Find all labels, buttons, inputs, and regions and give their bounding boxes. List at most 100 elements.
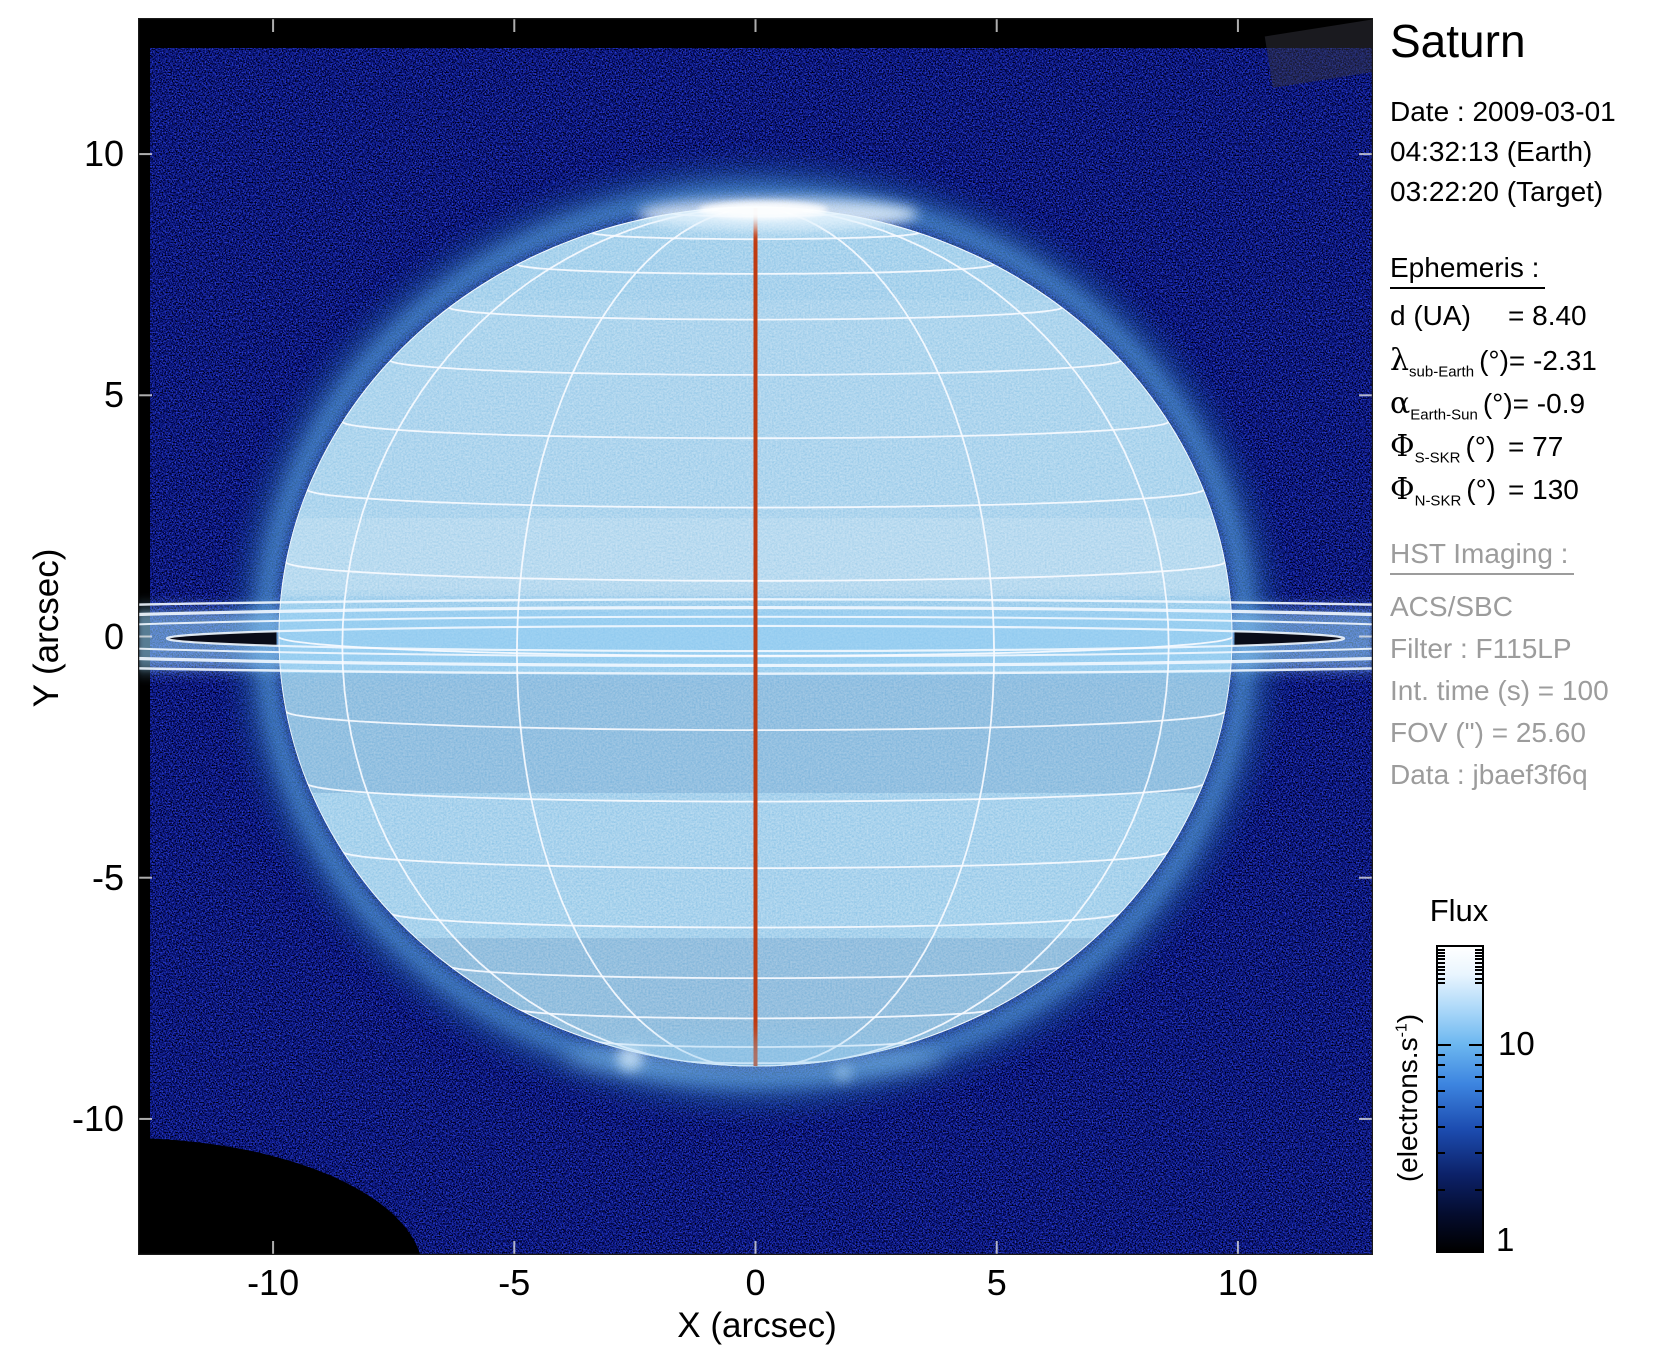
north-polar-glow (638, 198, 918, 230)
ephemeris-subscript: N-SKR (1415, 493, 1462, 510)
y-tick-label: -5 (92, 857, 124, 899)
colorbar-tick-label-10: 10 (1498, 1025, 1535, 1063)
alpha-symbol: α (1390, 386, 1410, 421)
colorbar-minor-tick (1438, 1090, 1445, 1092)
colorbar-minor-tick (1438, 966, 1445, 968)
instrument-line: ACS/SBC (1390, 586, 1609, 628)
x-axis-label: X (arcsec) (677, 1306, 836, 1346)
ephemeris-unit: (°) (1466, 474, 1496, 505)
colorbar-minor-tick (1438, 1152, 1445, 1154)
colorbar-minor-tick (1438, 1076, 1445, 1078)
colorbar-minor-tick (1475, 969, 1482, 971)
saturn-image-plot (138, 18, 1373, 1255)
earth-time-line: 04:32:13 (Earth) (1390, 132, 1616, 172)
colorbar-minor-tick (1438, 958, 1445, 960)
y-tick-label: 10 (84, 133, 124, 175)
ephemeris-label: ΦN-SKR(°) (1390, 472, 1508, 510)
ephemeris-value: = 130 (1508, 474, 1579, 506)
ephemeris-row-phase-angle: αEarth-Sun (°) = -0.9 (1390, 386, 1671, 429)
ephemeris-value: = -0.9 (1513, 388, 1585, 420)
colorbar-title: Flux (1430, 893, 1489, 929)
ephemeris-label: αEarth-Sun (°) (1390, 386, 1513, 424)
colorbar-minor-tick (1438, 952, 1445, 954)
colorbar-minor-tick (1475, 1126, 1482, 1128)
colorbar-minor-tick (1475, 1076, 1482, 1078)
colorbar-minor-tick (1475, 958, 1482, 960)
y-axis-label: Y (arcsec) (27, 549, 67, 708)
ephemeris-row-distance: d (UA) = 8.40 (1390, 300, 1671, 343)
colorbar-minor-tick (1438, 1054, 1445, 1056)
phi-symbol: Φ (1390, 472, 1415, 507)
y-tick-label: 0 (104, 616, 124, 658)
ephemeris-subscript: sub-Earth (1409, 364, 1474, 381)
colorbar-major-tick (1469, 1044, 1482, 1046)
ephemeris-value: = 77 (1508, 431, 1563, 463)
lambda-symbol: λ (1390, 343, 1409, 378)
date-block: Date : 2009-03-01 04:32:13 (Earth) 03:22… (1390, 92, 1616, 212)
colorbar-minor-tick (1438, 1189, 1445, 1191)
colorbar-minor-tick (1475, 978, 1482, 980)
figure-saturn-hst: Y (arcsec) X (arcsec) -10 -5 0 5 10 10 5 0 -5 -1… (0, 0, 1671, 1367)
colorbar-minor-tick (1438, 955, 1445, 957)
figure-title: Saturn (1390, 14, 1526, 68)
fov-line: FOV (") = 25.60 (1390, 712, 1609, 754)
flux-colorbar (1436, 945, 1484, 1253)
colorbar-minor-tick (1475, 1090, 1482, 1092)
ephemeris-table: d (UA) = 8.40 λsub-Earth (°) = -2.31 αEar… (1390, 300, 1671, 515)
ephemeris-value: = 8.40 (1508, 300, 1587, 332)
hst-imaging-block: ACS/SBC Filter : F115LP Int. time (s) = … (1390, 586, 1609, 796)
colorbar-minor-tick (1475, 1189, 1482, 1191)
ephemeris-subscript: S-SKR (1415, 450, 1461, 467)
colorbar-minor-tick (1475, 1054, 1482, 1056)
info-panel: Saturn Date : 2009-03-01 04:32:13 (Earth… (1390, 0, 1671, 1367)
colorbar-minor-tick (1438, 969, 1445, 971)
colorbar-minor-tick (1438, 978, 1445, 980)
colorbar-minor-tick (1438, 1126, 1445, 1128)
colorbar-minor-tick (1438, 1106, 1445, 1108)
date-line: Date : 2009-03-01 (1390, 92, 1616, 132)
colorbar-minor-tick (1475, 962, 1482, 964)
colorbar-minor-tick (1475, 952, 1482, 954)
colorbar-minor-tick (1438, 962, 1445, 964)
y-tick-label: 5 (104, 374, 124, 416)
colorbar-minor-tick (1475, 1152, 1482, 1154)
colorbar-minor-tick (1475, 973, 1482, 975)
colorbar-minor-tick (1475, 1064, 1482, 1066)
colorbar-unit-label: (electrons.s-1) (1392, 1014, 1424, 1182)
x-tick-label: 0 (745, 1262, 765, 1304)
colorbar-minor-tick (1475, 949, 1482, 951)
phi-symbol: Φ (1390, 429, 1415, 464)
colorbar-minor-tick (1475, 1106, 1482, 1108)
colorbar-minor-tick (1438, 982, 1445, 984)
ephemeris-row-s-skr: ΦS-SKR(°) = 77 (1390, 429, 1671, 472)
ephemeris-label: ΦS-SKR(°) (1390, 429, 1508, 467)
x-tick-label: 5 (987, 1262, 1007, 1304)
ephemeris-row-sub-earth-lat: λsub-Earth (°) = -2.31 (1390, 343, 1671, 386)
ephemeris-unit: (°) (1465, 431, 1495, 462)
ephemeris-value: = -2.31 (1509, 345, 1597, 377)
colorbar-minor-tick (1438, 973, 1445, 975)
x-tick-label: 10 (1218, 1262, 1258, 1304)
ephemeris-subscript: Earth-Sun (1410, 407, 1478, 424)
colorbar-minor-tick (1475, 966, 1482, 968)
ephemeris-row-n-skr: ΦN-SKR(°) = 130 (1390, 472, 1671, 515)
colorbar-minor-tick (1438, 949, 1445, 951)
ephemeris-heading: Ephemeris : (1390, 252, 1545, 289)
ephemeris-label: λsub-Earth (°) (1390, 343, 1509, 381)
ephemeris-label: d (UA) (1390, 300, 1508, 332)
x-tick-label: -5 (498, 1262, 530, 1304)
hst-imaging-heading: HST Imaging : (1390, 538, 1574, 575)
colorbar-tick-label-1: 1 (1496, 1221, 1514, 1259)
colorbar-minor-tick (1475, 955, 1482, 957)
filter-line: Filter : F115LP (1390, 628, 1609, 670)
data-id-line: Data : jbaef3f6q (1390, 754, 1609, 796)
ephemeris-unit: (°) (1483, 388, 1513, 419)
target-time-line: 03:22:20 (Target) (1390, 172, 1616, 212)
int-time-line: Int. time (s) = 100 (1390, 670, 1609, 712)
x-tick-label: -10 (247, 1262, 299, 1304)
colorbar-major-tick (1438, 1044, 1451, 1046)
y-tick-label: -10 (72, 1098, 124, 1140)
colorbar-minor-tick (1438, 1064, 1445, 1066)
ephemeris-unit: (°) (1479, 345, 1509, 376)
colorbar-minor-tick (1475, 982, 1482, 984)
